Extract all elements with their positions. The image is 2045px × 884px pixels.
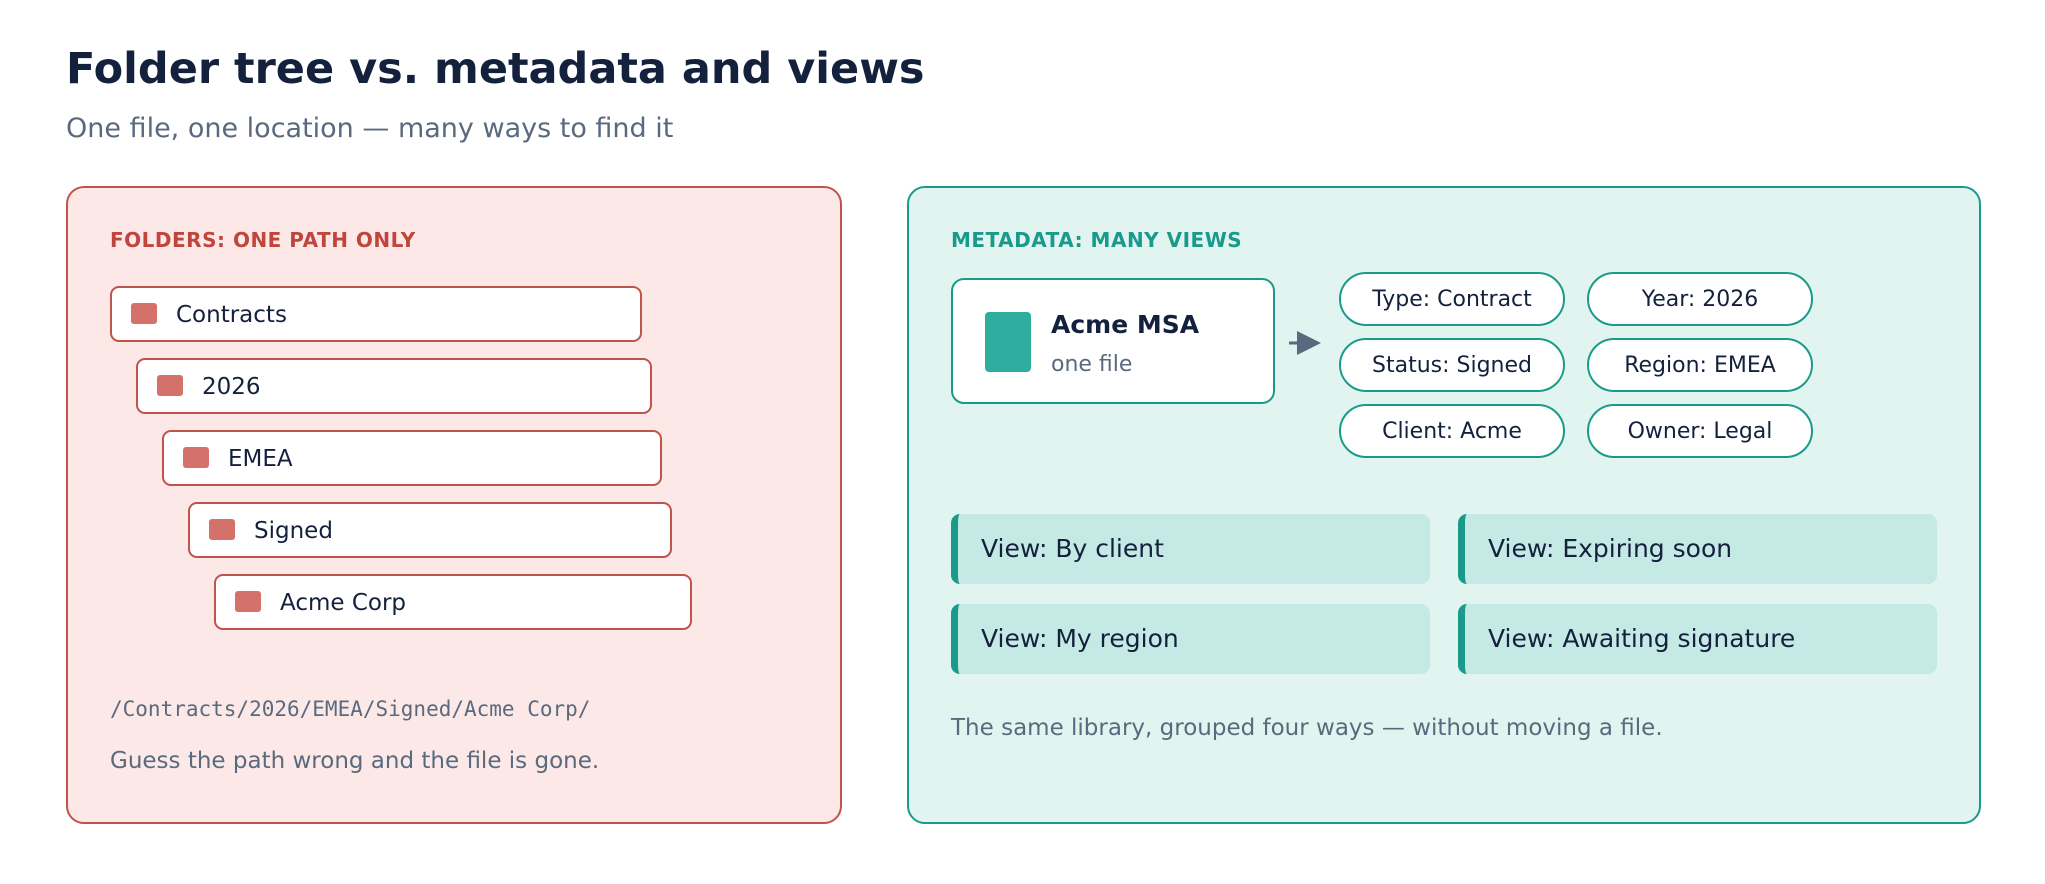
arrow-right-icon [1289, 331, 1321, 355]
metadata-note: The same library, grouped four ways — wi… [951, 715, 1663, 741]
folder-name: EMEA [228, 446, 293, 472]
folder-signed: Signed [188, 502, 672, 558]
tag-year: Year: 2026 [1587, 272, 1813, 326]
folders-panel-label: FOLDERS: ONE PATH ONLY [110, 228, 416, 252]
folder-icon [183, 447, 209, 468]
view-expiring-soon: View: Expiring soon [1458, 514, 1937, 584]
folder-contracts: Contracts [110, 286, 642, 342]
tag-type: Type: Contract [1339, 272, 1565, 326]
view-label: View: Expiring soon [1488, 534, 1733, 563]
tag-owner: Owner: Legal [1587, 404, 1813, 458]
folder-icon [157, 375, 183, 396]
view-label: View: By client [981, 534, 1164, 563]
folders-note: Guess the path wrong and the file is gon… [110, 748, 600, 774]
view-label: View: My region [981, 624, 1179, 653]
tag-region: Region: EMEA [1587, 338, 1813, 392]
file-card: Acme MSA one file [951, 278, 1275, 404]
folder-name: Signed [254, 518, 333, 544]
view-label: View: Awaiting signature [1488, 624, 1796, 653]
folder-name: Contracts [176, 302, 287, 328]
folder-name: Acme Corp [280, 590, 407, 616]
folder-emea: EMEA [162, 430, 662, 486]
metadata-panel: METADATA: MANY VIEWS Acme MSA one file T… [907, 186, 1981, 824]
folders-panel: FOLDERS: ONE PATH ONLY Contracts 2026 EM… [66, 186, 842, 824]
view-by-client: View: By client [951, 514, 1430, 584]
document-icon [985, 312, 1031, 372]
folder-acme-corp: Acme Corp [214, 574, 692, 630]
folder-path: /Contracts/2026/EMEA/Signed/Acme Corp/ [110, 697, 591, 721]
page-subtitle: One file, one location — many ways to fi… [66, 113, 674, 144]
metadata-panel-label: METADATA: MANY VIEWS [951, 228, 1243, 252]
folder-icon [209, 519, 235, 540]
file-name: Acme MSA [1051, 310, 1200, 339]
folder-icon [235, 591, 261, 612]
folder-icon [131, 303, 157, 324]
tag-client: Client: Acme [1339, 404, 1565, 458]
file-subtitle: one file [1051, 352, 1133, 377]
folder-name: 2026 [202, 374, 261, 400]
view-my-region: View: My region [951, 604, 1430, 674]
tag-status: Status: Signed [1339, 338, 1565, 392]
folder-2026: 2026 [136, 358, 652, 414]
page-title: Folder tree vs. metadata and views [66, 44, 925, 94]
view-awaiting-signature: View: Awaiting signature [1458, 604, 1937, 674]
